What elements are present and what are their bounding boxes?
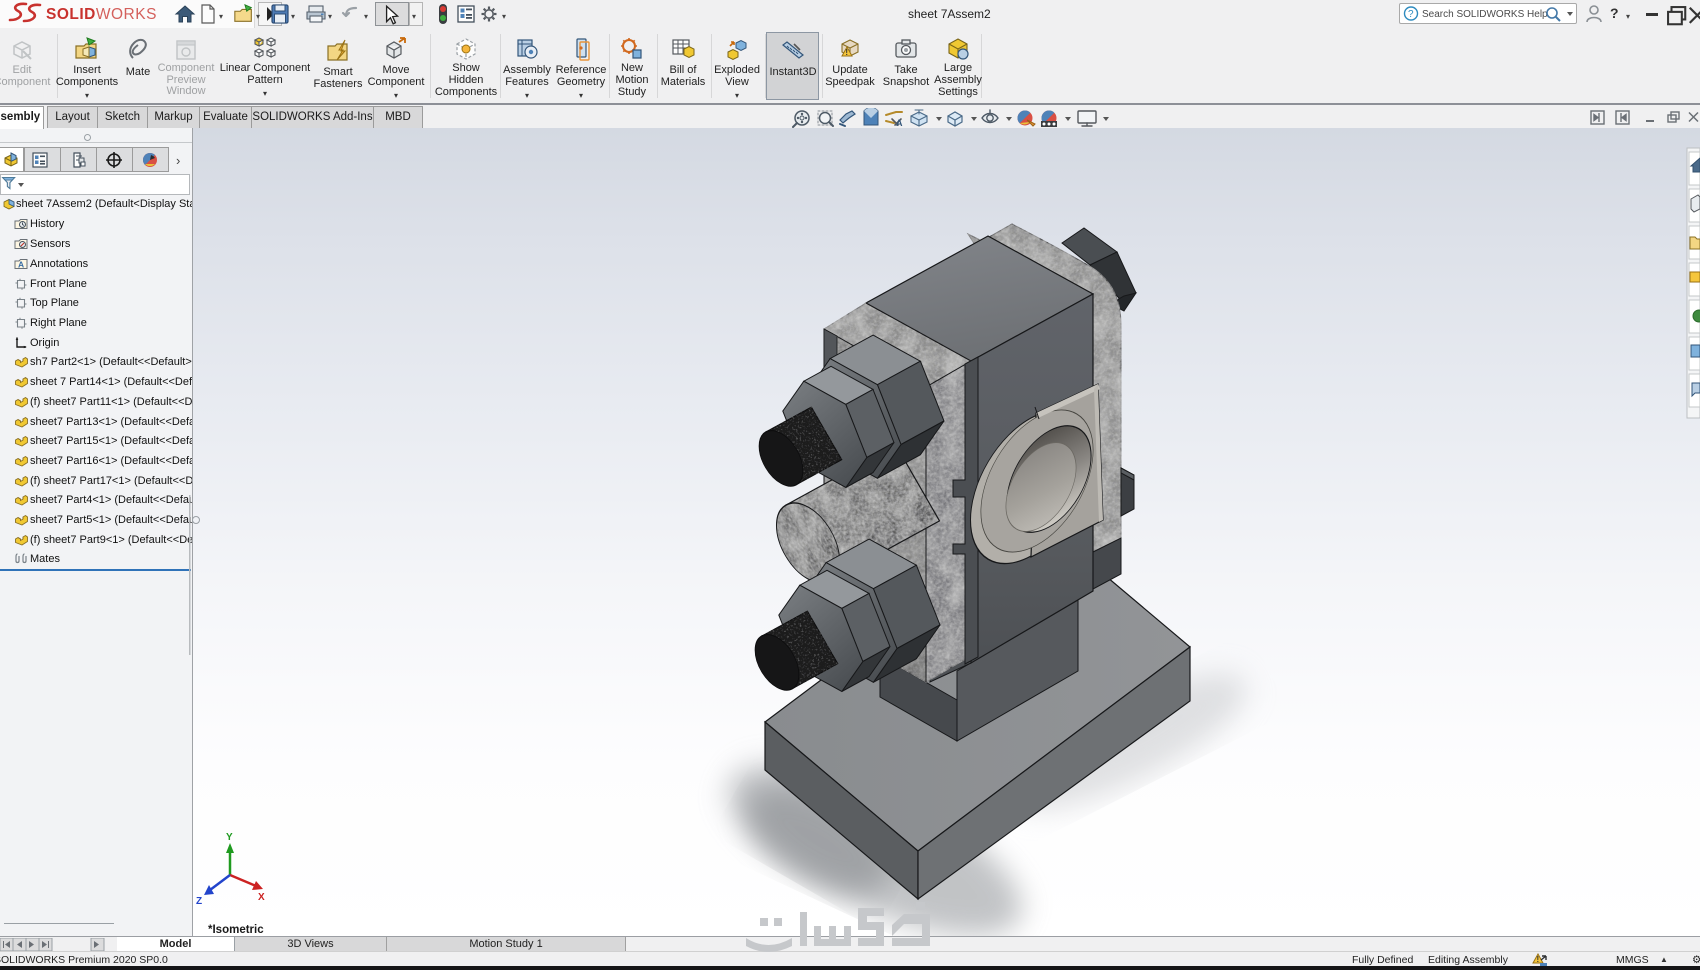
svg-text:X: X bbox=[258, 892, 265, 903]
svg-text:*Isometric: *Isometric bbox=[208, 924, 264, 936]
svg-text:Y: Y bbox=[226, 832, 233, 843]
svg-text:!: ! bbox=[1537, 955, 1540, 964]
svg-text:Z: Z bbox=[196, 896, 202, 907]
